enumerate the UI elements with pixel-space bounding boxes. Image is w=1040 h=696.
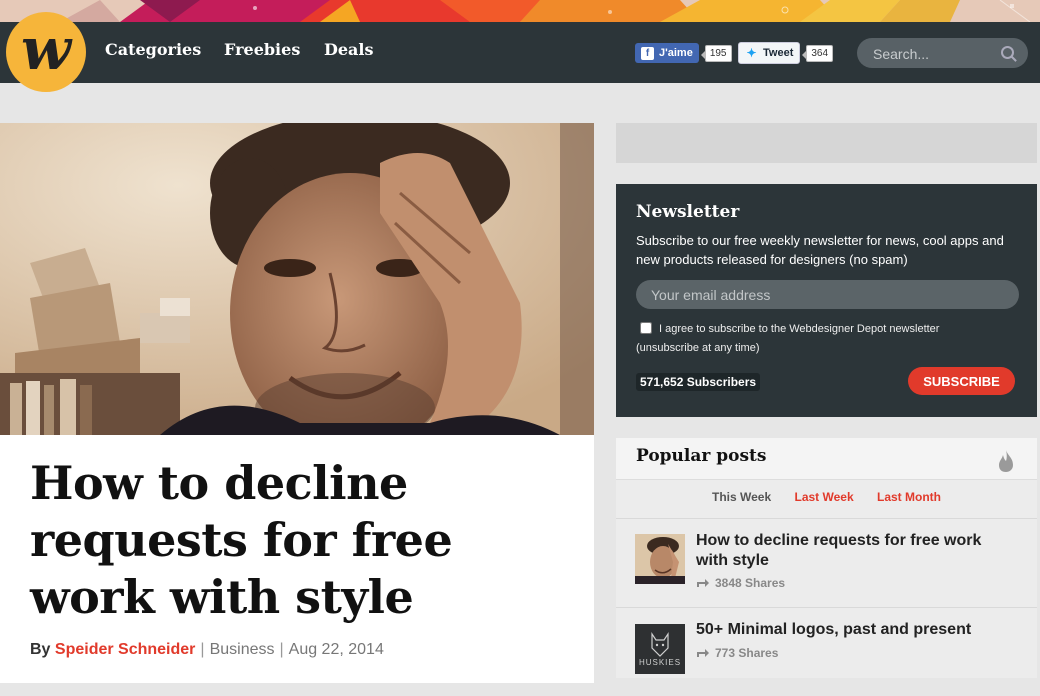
flame-icon [999,450,1013,472]
article-byline: By Speider Schneider | Business | Aug 22, 20… [30,641,384,659]
search-input[interactable] [871,44,995,64]
byline-prefix: By [30,641,51,658]
post-shares: 773 Shares [696,646,778,660]
tweet-button[interactable]: ✦ Tweet [738,42,801,64]
agree-checkbox[interactable] [640,322,652,334]
subscribe-button[interactable]: SUBSCRIBE [908,367,1015,395]
popular-posts: Popular posts This Week Last Week Last M… [616,438,1037,678]
nav-link-deals[interactable]: Deals [324,40,374,59]
top-banner [0,0,1040,22]
search-icon[interactable] [1001,46,1014,59]
article-hero-image[interactable] [0,123,594,435]
post-title[interactable]: How to decline requests for free work wi… [696,531,1016,571]
nav-link-freebies[interactable]: Freebies [224,40,300,59]
facebook-like-count: 195 [700,44,732,62]
facebook-like-label: J'aime [659,47,693,59]
list-item[interactable]: How to decline requests for free work wi… [616,518,1037,607]
twitter-icon: ✦ [746,46,757,60]
post-thumbnail-text: HUSKIES [638,658,682,667]
tab-this-week[interactable]: This Week [712,490,771,504]
share-icon [697,649,709,657]
byline-separator: | [200,641,205,658]
post-shares: 3848 Shares [696,576,785,590]
newsletter-description: Subscribe to our free weekly newsletter … [636,233,1004,267]
newsletter-box: Newsletter Subscribe to our free weekly … [616,184,1037,417]
nav-link-categories[interactable]: Categories [105,40,201,59]
post-title[interactable]: 50+ Minimal logos, past and present [696,620,1016,640]
tab-last-month[interactable]: Last Month [877,490,941,504]
category-link[interactable]: Business [210,641,275,658]
popular-posts-header: Popular posts [616,438,1037,480]
tab-last-week[interactable]: Last Week [795,490,854,504]
article-title[interactable]: How to decline requests for free work wi… [30,455,570,626]
facebook-icon: f [641,46,654,60]
agree-label: I agree to subscribe to the Webdesigner … [636,323,940,354]
tweet-label: Tweet [763,47,794,59]
post-share-count: 773 Shares [715,646,779,660]
article-card: How to decline requests for free work wi… [0,123,594,683]
popular-tabs: This Week Last Week Last Month [616,490,1037,504]
post-thumbnail[interactable]: HUSKIES [635,624,685,674]
newsletter-title: Newsletter [636,202,740,222]
share-icon [697,579,709,587]
facebook-like: f J'aime 195 [635,42,732,64]
navbar: Categories Freebies Deals f J'aime 195 ✦… [0,22,1040,83]
author-link[interactable]: Speider Schneider [55,641,196,658]
search-box [857,38,1028,68]
site-logo[interactable]: w [6,12,86,92]
logo-letter: w [21,15,71,83]
tweet-count: 364 [802,44,834,62]
article-date: Aug 22, 2014 [288,641,384,658]
popular-posts-title: Popular posts [636,446,767,466]
subscriber-count: 571,652 Subscribers [636,373,761,391]
post-share-count: 3848 Shares [715,576,786,590]
byline-separator: | [279,641,284,658]
facebook-like-button[interactable]: f J'aime [635,43,699,63]
ad-placeholder [616,123,1037,163]
post-thumbnail[interactable] [635,534,685,584]
email-field[interactable] [636,280,1019,309]
list-item[interactable]: HUSKIES 50+ Minimal logos, past and pres… [616,607,1037,696]
tweet: ✦ Tweet 364 [738,42,834,64]
